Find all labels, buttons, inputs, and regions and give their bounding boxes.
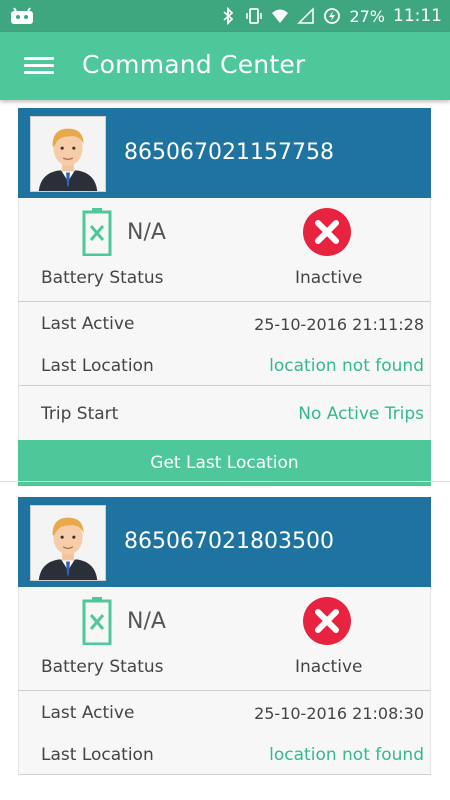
avatar xyxy=(30,116,106,192)
status-section: N/A Battery Status Inactive xyxy=(18,587,431,691)
last-location-label: Last Location xyxy=(41,356,154,376)
last-location-value: location not found xyxy=(269,745,424,765)
activity-status: Inactive xyxy=(295,657,363,677)
page-title: Command Center xyxy=(82,50,306,79)
device-id: 865067021803500 xyxy=(124,529,334,554)
last-active-label: Last Active xyxy=(41,703,135,723)
battery-status-label: Battery Status xyxy=(41,657,164,677)
device-card: 865067021803500 N/A Battery Status Inact… xyxy=(18,497,431,775)
status-section: N/A Battery Status Inactive xyxy=(18,198,431,302)
battery-unknown-icon xyxy=(82,597,112,645)
avatar xyxy=(30,505,106,581)
hamburger-icon xyxy=(24,57,54,60)
info-section: Last Active 25-10-2016 21:08:30 Last Loc… xyxy=(18,691,431,775)
info-section: Last Active 25-10-2016 21:11:28 Last Loc… xyxy=(18,302,431,386)
inactive-x-icon xyxy=(303,597,351,645)
last-active-value: 25-10-2016 21:11:28 xyxy=(254,315,424,334)
battery-unknown-icon xyxy=(82,208,112,256)
battery-value: N/A xyxy=(127,609,166,634)
trip-section: Trip Start No Active Trips xyxy=(18,386,431,440)
inactive-x-icon xyxy=(303,208,351,256)
trip-start-label: Trip Start xyxy=(41,404,119,424)
signal-icon xyxy=(297,7,315,24)
battery-status-label: Battery Status xyxy=(41,268,164,288)
device-list[interactable]: 865067021157758 N/A Battery Status Inact… xyxy=(0,100,450,800)
wifi-icon xyxy=(272,9,289,23)
last-location-value: location not found xyxy=(269,356,424,376)
card-divider xyxy=(0,481,450,482)
last-active-value: 25-10-2016 21:08:30 xyxy=(254,704,424,723)
get-last-location-button[interactable]: Get Last Location xyxy=(18,440,431,486)
bluetooth-icon xyxy=(223,7,234,25)
trip-start-value: No Active Trips xyxy=(298,404,424,424)
device-card-header: 865067021803500 xyxy=(18,497,431,587)
device-id: 865067021157758 xyxy=(124,140,334,165)
battery-charging-icon xyxy=(324,8,341,24)
device-card: 865067021157758 N/A Battery Status Inact… xyxy=(18,108,431,486)
android-debug-icon xyxy=(11,7,33,24)
activity-status: Inactive xyxy=(295,268,363,288)
menu-button[interactable] xyxy=(22,53,56,79)
last-location-label: Last Location xyxy=(41,745,154,765)
last-active-label: Last Active xyxy=(41,314,135,334)
clock: 11:11 xyxy=(393,6,442,26)
status-bar: 27% 11:11 xyxy=(0,0,450,32)
battery-percent: 27% xyxy=(349,6,385,26)
app-bar: Command Center xyxy=(0,32,450,100)
device-card-header: 865067021157758 xyxy=(18,108,431,198)
battery-value: N/A xyxy=(127,220,166,245)
vibrate-icon xyxy=(246,8,263,24)
